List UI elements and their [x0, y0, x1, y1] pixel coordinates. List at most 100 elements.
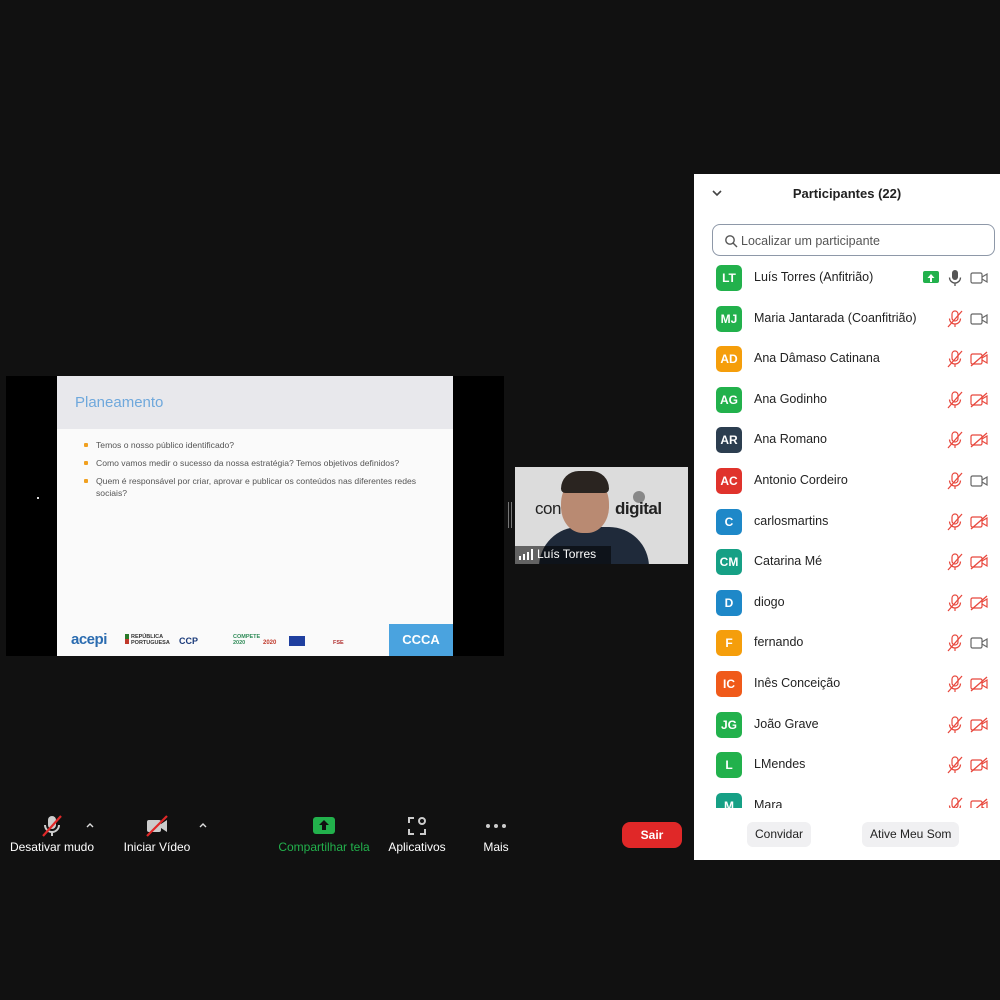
apps-button[interactable]: Aplicativos	[386, 806, 448, 860]
participant-name: Mara	[754, 797, 783, 808]
participant-row[interactable]: JG João Grave	[694, 705, 1000, 745]
mic-muted-icon[interactable]	[946, 797, 964, 808]
sharing-indicator-icon	[923, 271, 939, 283]
video-off-icon[interactable]	[970, 554, 988, 570]
participant-row[interactable]: Ccarlosmartins	[694, 502, 1000, 542]
participants-header: Participantes (22)	[694, 174, 1000, 214]
participant-search-input[interactable]	[741, 232, 981, 250]
leave-meeting-button[interactable]: Sair	[622, 822, 682, 848]
participant-name: Ana Romano	[754, 432, 827, 447]
participant-name: fernando	[754, 635, 804, 650]
participant-name: LMendes	[754, 757, 806, 772]
participant-row[interactable]: L LMendes	[694, 745, 1000, 785]
avatar: M	[716, 792, 742, 808]
video-off-icon[interactable]	[970, 514, 988, 530]
mic-muted-icon[interactable]	[946, 431, 964, 449]
mic-muted-icon[interactable]	[946, 309, 964, 328]
mic-muted-icon[interactable]	[946, 472, 964, 490]
video-off-icon[interactable]	[970, 757, 988, 773]
participant-name: Ana Godinho	[754, 391, 827, 406]
avatar: IC	[716, 671, 742, 697]
slide-bullet: Temos o nosso público identificado?	[84, 439, 444, 451]
share-screen-label: Compartilhar tela	[278, 840, 370, 854]
mic-icon[interactable]	[946, 269, 964, 287]
video-off-icon[interactable]	[970, 351, 988, 367]
slide-title: Planeamento	[75, 394, 164, 411]
mic-muted-icon[interactable]	[946, 675, 964, 693]
banner-text: con	[535, 499, 561, 518]
participant-name: Ana Dâmaso Catinana	[754, 351, 880, 366]
unmute-label: Desativar mudo	[9, 840, 95, 854]
video-off-icon[interactable]	[970, 676, 988, 692]
participant-row[interactable]: MJ Maria Jantarada (Coanfitrião)	[694, 299, 1000, 339]
mic-muted-icon[interactable]	[946, 512, 964, 531]
participants-panel: Participantes (22) LT Luís Torres (Anfitr…	[694, 174, 1000, 860]
signal-strength-icon	[519, 549, 533, 560]
avatar: MJ	[716, 305, 742, 332]
participants-title: Participantes (22)	[792, 186, 902, 201]
republica-logo: REPÚBLICA PORTUGUESA	[125, 634, 173, 646]
video-icon[interactable]	[970, 270, 988, 286]
mic-muted-icon[interactable]	[946, 553, 964, 571]
participant-search-box[interactable]	[712, 224, 995, 256]
participant-row[interactable]: Ffernando	[694, 623, 1000, 663]
ccca-logo: CCCA	[389, 624, 453, 656]
video-off-icon[interactable]	[970, 595, 988, 611]
unmute-me-button[interactable]: Ative Meu Som	[862, 822, 960, 847]
participant-row[interactable]: M Mara	[694, 786, 1000, 808]
participant-name: Inês Conceição	[754, 676, 841, 690]
participant-row[interactable]: CM Catarina Mé	[694, 542, 1000, 582]
unmute-button[interactable]: Desativar mudo	[6, 806, 98, 860]
apps-icon	[408, 817, 426, 835]
participant-name: Luís Torres (Anfitrião)	[754, 270, 874, 284]
presentation-slide: Planeamento Temos o nosso público identi…	[57, 376, 453, 656]
view-split-handle[interactable]	[508, 502, 512, 528]
mic-muted-icon[interactable]	[946, 350, 964, 368]
invite-button[interactable]: Convidar	[747, 822, 812, 847]
video-off-icon[interactable]	[970, 432, 988, 448]
slide-bullet: Quem é responsável por criar, aprovar e …	[84, 475, 444, 499]
more-label: Mais	[483, 840, 509, 854]
slide-bullet: Como vamos medir o sucesso da nossa estr…	[84, 457, 444, 469]
video-off-icon[interactable]	[970, 798, 988, 808]
slide-bullet-list: Temos o nosso público identificado? Como…	[84, 439, 444, 505]
participant-row[interactable]: AG Ana Godinho	[694, 380, 1000, 420]
share-screen-button[interactable]: Compartilhar tela	[276, 806, 372, 860]
mic-muted-icon[interactable]	[946, 715, 964, 734]
avatar: LT	[716, 265, 742, 291]
video-off-icon[interactable]	[970, 717, 988, 733]
eu-flag-logo	[289, 636, 305, 646]
participant-name: diogo	[754, 594, 785, 609]
speaker-video-tile[interactable]: con digital Luís Torres	[515, 467, 688, 564]
mic-muted-icon[interactable]	[946, 594, 964, 612]
avatar: AD	[716, 346, 742, 373]
mic-muted-icon[interactable]	[946, 634, 964, 652]
more-dots-icon	[486, 824, 506, 828]
start-video-button[interactable]: Iniciar Vídeo	[118, 806, 196, 860]
avatar: JG	[716, 711, 742, 738]
video-options-caret[interactable]	[198, 820, 208, 830]
participant-row[interactable]: AC Antonio Cordeiro	[694, 461, 1000, 501]
more-button[interactable]: Mais	[472, 806, 520, 860]
participant-name: carlosmartins	[754, 513, 829, 528]
speaker-hair	[561, 471, 609, 493]
video-icon[interactable]	[970, 635, 988, 651]
participant-row[interactable]: IC Inês Conceição	[694, 664, 1000, 704]
portugal2020-logo: 2020	[263, 640, 277, 646]
video-icon[interactable]	[970, 311, 988, 327]
video-off-icon[interactable]	[970, 392, 988, 408]
audio-options-caret[interactable]	[85, 820, 95, 830]
participant-row[interactable]: AD Ana Dâmaso Catinana	[694, 339, 1000, 379]
participant-row[interactable]: AR Ana Romano	[694, 420, 1000, 460]
cursor-mark	[37, 497, 39, 499]
participant-name: Catarina Mé	[754, 554, 823, 569]
start-video-label: Iniciar Vídeo	[123, 840, 191, 854]
video-icon[interactable]	[970, 473, 988, 489]
avatar: AG	[716, 386, 742, 413]
tile-participant-name: Luís Torres	[537, 547, 597, 561]
participant-row[interactable]: Ddiogo	[694, 583, 1000, 623]
avatar: AR	[716, 427, 742, 454]
mic-muted-icon[interactable]	[946, 391, 964, 409]
participant-row[interactable]: LT Luís Torres (Anfitrião)	[694, 258, 1000, 298]
mic-muted-icon[interactable]	[946, 756, 964, 774]
